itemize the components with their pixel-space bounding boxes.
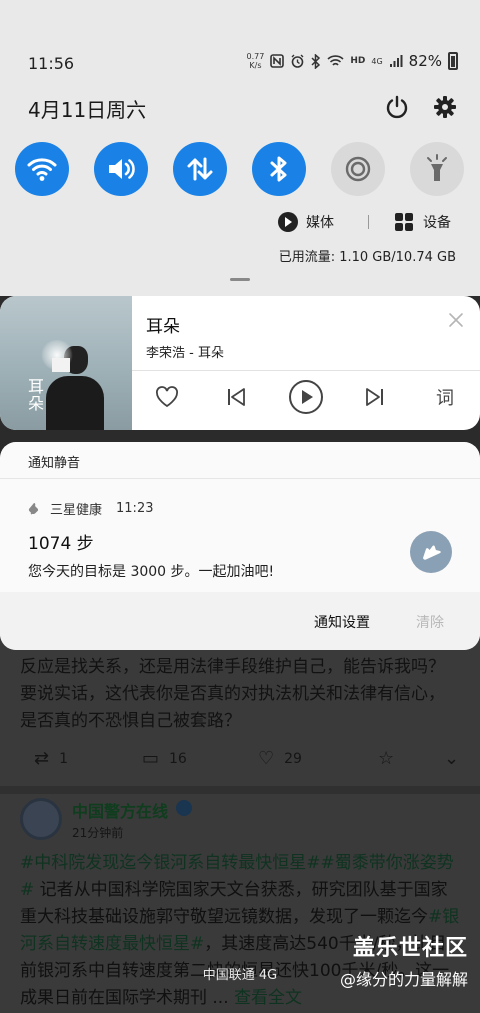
album-art: 耳朵 — [0, 296, 132, 430]
heart-icon — [156, 386, 178, 408]
favorite-button[interactable] — [152, 382, 182, 412]
notification-time: 11:23 — [116, 501, 154, 516]
network-type: 4G — [371, 56, 383, 66]
bluetooth-status-icon — [311, 53, 321, 69]
repost-button[interactable]: ⇄ 1 — [34, 748, 68, 769]
location-tile[interactable] — [331, 142, 385, 196]
quick-panel: 11:56 0.77 K/s HD 4G 82% 4月11日周六 媒体 设备 已… — [0, 0, 480, 296]
data-usage: 已用流量: 1.10 GB/10.74 GB — [278, 250, 456, 265]
alarm-icon — [291, 54, 304, 68]
flashlight-tile[interactable] — [410, 142, 464, 196]
signal-icon — [389, 55, 403, 67]
like-count: 29 — [284, 750, 302, 767]
close-icon — [449, 313, 463, 327]
notification-card: 通知静音 三星健康 11:23 1074 步 您今天的目标是 3000 步。一起… — [0, 442, 480, 650]
date-label: 4月11日周六 — [28, 98, 147, 122]
previous-button[interactable] — [221, 382, 251, 412]
media-devices-row: 媒体 设备 — [278, 212, 451, 232]
net-speed: 0.77 K/s — [247, 52, 265, 70]
heart-icon: ♡ — [258, 748, 275, 769]
comment-count: 16 — [169, 750, 187, 767]
sound-tile[interactable] — [94, 142, 148, 196]
next-button[interactable] — [360, 382, 390, 412]
nfc-icon — [270, 54, 285, 68]
watermark-user: @缘分的力量解解 — [339, 970, 468, 989]
mobile-data-tile[interactable] — [173, 142, 227, 196]
hd-icon: HD — [350, 56, 366, 66]
media-button[interactable]: 媒体 — [306, 212, 334, 232]
status-bar: 11:56 0.77 K/s HD 4G 82% — [0, 50, 480, 78]
play-button[interactable] — [286, 377, 326, 417]
gear-icon — [434, 96, 456, 118]
steps-goal-text: 您今天的目标是 3000 步。一起加油吧! — [28, 564, 275, 580]
devices-button[interactable]: 设备 — [423, 212, 451, 232]
power-button[interactable] — [384, 94, 410, 120]
play-icon — [289, 380, 323, 414]
more-button[interactable]: ⌄ — [444, 748, 459, 769]
star-icon: ☆ — [378, 748, 395, 769]
chevron-down-icon: ⌄ — [444, 748, 460, 769]
skip-next-icon — [366, 388, 383, 406]
power-icon — [386, 95, 408, 119]
close-button[interactable] — [446, 310, 466, 330]
bluetooth-tile[interactable] — [252, 142, 306, 196]
shoe-icon — [423, 545, 441, 560]
skip-previous-icon — [228, 388, 245, 406]
verified-icon — [176, 800, 192, 816]
steps-count: 1074 步 — [28, 534, 94, 554]
song-artist: 李荣浩 - 耳朵 — [146, 346, 224, 361]
lyrics-button[interactable]: 词 — [430, 382, 460, 412]
notification-settings-button[interactable]: 通知设置 — [314, 612, 370, 632]
repost-icon: ⇄ — [34, 748, 50, 769]
repost-count: 1 — [59, 750, 69, 767]
bluetooth-icon — [270, 156, 287, 182]
post-text: 反应是找关系，还是用法律手段维护自己，能告诉我吗？要说实话，这代表你是否真的对执… — [20, 657, 445, 731]
data-arrows-icon — [187, 157, 213, 181]
wifi-status-icon — [327, 55, 344, 66]
post-time: 21分钟前 — [72, 826, 124, 840]
divider — [368, 215, 369, 229]
feed-divider — [0, 786, 480, 794]
clear-button[interactable]: 清除 — [416, 612, 444, 632]
battery-icon — [448, 52, 458, 70]
volume-icon — [109, 159, 135, 179]
notification-app-row: 三星健康 11:23 — [28, 499, 153, 518]
shoe-button[interactable] — [410, 531, 452, 573]
status-icons: 0.77 K/s HD 4G 82% — [247, 52, 458, 70]
avatar[interactable] — [20, 798, 62, 840]
divider — [132, 370, 480, 371]
net-speed-unit: K/s — [249, 61, 262, 70]
post-body-text: 记者从中国科学院国家天文台获悉，研究团队基于国家重大科技基础设施郭守敬望远镜数据… — [20, 880, 448, 927]
comment-icon: ▭ — [142, 748, 160, 769]
notification-footer: 通知设置 清除 — [0, 592, 480, 650]
like-button[interactable]: ♡ 29 — [258, 748, 302, 769]
quick-tiles — [0, 142, 480, 198]
mute-header-label: 通知静音 — [28, 456, 81, 471]
flashlight-icon — [427, 154, 447, 181]
panel-handle[interactable] — [230, 278, 250, 281]
wifi-tile[interactable] — [15, 142, 69, 196]
album-art-text: 耳朵 — [28, 377, 45, 413]
battery-percent: 82% — [408, 52, 442, 70]
song-title: 耳朵 — [146, 317, 180, 337]
post-actions: ⇄ 1 ▭ 16 ♡ 29 ☆ ⌄ — [0, 748, 480, 772]
star-button[interactable]: ☆ — [378, 748, 394, 769]
samsung-health-icon — [28, 502, 39, 515]
music-player-card[interactable]: 耳朵 耳朵 李荣浩 - 耳朵 词 — [0, 296, 480, 430]
status-time: 11:56 — [28, 54, 75, 73]
mute-header: 通知静音 — [0, 442, 480, 478]
watermark-title: 盖乐世社区 — [352, 936, 468, 961]
hashtag-link[interactable]: #中科院发现迄今银河系自转最快恒星# — [20, 853, 321, 873]
settings-button[interactable] — [432, 94, 458, 120]
media-icon — [278, 212, 298, 232]
health-notification[interactable]: 三星健康 11:23 1074 步 您今天的目标是 3000 步。一起加油吧! — [0, 478, 480, 592]
location-icon — [345, 156, 371, 182]
devices-icon — [395, 213, 413, 231]
notification-app-name: 三星健康 — [50, 503, 103, 518]
account-name[interactable]: 中国警方在线 — [72, 798, 168, 822]
read-more-link[interactable]: 查看全文 — [234, 988, 302, 1008]
net-speed-value: 0.77 — [246, 52, 265, 61]
comment-button[interactable]: ▭ 16 — [142, 748, 187, 769]
wifi-icon — [27, 158, 57, 181]
